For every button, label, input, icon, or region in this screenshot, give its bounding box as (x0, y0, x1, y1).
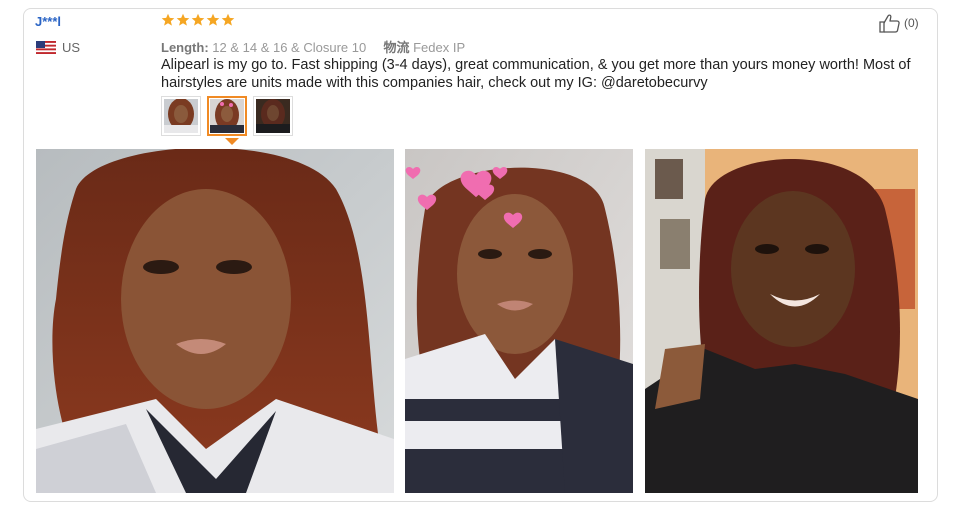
attr-key: 物流 (383, 40, 410, 55)
attr-key: Length: (161, 40, 209, 55)
star-icon (221, 13, 235, 26)
star-rating (161, 13, 235, 27)
thumbnail-image (256, 99, 290, 133)
review-photo[interactable] (405, 149, 633, 493)
review-photo[interactable] (36, 149, 394, 493)
review-photo[interactable] (645, 149, 918, 493)
star-icon (176, 13, 190, 26)
photo-thumbnail[interactable] (161, 96, 201, 136)
photo-thumbnail-selected[interactable] (207, 96, 247, 136)
review-text: Alipearl is my go to. Fast shipping (3-4… (161, 57, 911, 91)
country-code: US (62, 40, 81, 55)
attr-value: Fedex IP (413, 40, 466, 55)
attr-value: 12 & 14 & 16 & Closure 10 (212, 40, 367, 55)
review-photo-image (36, 149, 394, 493)
reviewer-country: US (36, 40, 80, 55)
thumbnail-image (210, 99, 244, 133)
thumbnail-image (164, 98, 198, 133)
star-icon (206, 13, 220, 26)
helpful-button[interactable]: (0) (878, 13, 919, 33)
reviewer-name: J***l (35, 14, 62, 29)
helpful-count: (0) (904, 16, 919, 30)
us-flag-icon (36, 41, 56, 54)
photo-thumbnail[interactable] (253, 96, 293, 136)
selected-thumbnail-indicator (225, 138, 239, 145)
photo-thumbnails (161, 96, 293, 136)
thumbs-up-icon (879, 14, 900, 33)
review-photo-image (645, 149, 918, 493)
star-icon (161, 13, 175, 26)
order-attributes: Length: 12 & 14 & 16 & Closure 10 物流 Fed… (161, 37, 465, 56)
review-photo-image (405, 149, 633, 493)
star-icon (191, 13, 205, 26)
